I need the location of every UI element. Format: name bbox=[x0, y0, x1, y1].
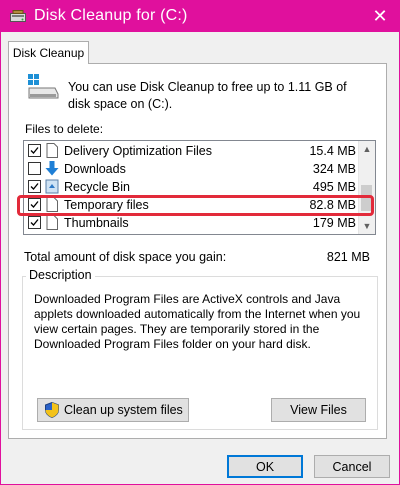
file-size: 82.8 MB bbox=[309, 198, 356, 212]
drive-icon bbox=[28, 74, 59, 99]
file-icon bbox=[46, 215, 58, 230]
disk-cleanup-panel: You can use Disk Cleanup to free up to 1… bbox=[8, 63, 387, 439]
title-bar[interactable]: Disk Cleanup for (C:) ✕ bbox=[1, 1, 399, 32]
file-size: 179 MB bbox=[312, 216, 356, 230]
total-space-value: 821 MB bbox=[326, 250, 370, 264]
list-item-delivery-optimization[interactable]: Delivery Optimization Files 15.4 MB bbox=[24, 142, 359, 160]
checkbox[interactable] bbox=[28, 144, 41, 157]
clean-up-system-files-label: Clean up system files bbox=[64, 403, 183, 417]
files-to-delete-label: Files to delete: bbox=[25, 122, 104, 136]
files-listbox[interactable]: Delivery Optimization Files 15.4 MB Down… bbox=[23, 140, 376, 235]
disk-cleanup-app-icon bbox=[10, 10, 26, 22]
recycle-bin-icon bbox=[45, 179, 59, 194]
file-icon bbox=[46, 143, 58, 158]
checkbox[interactable] bbox=[28, 216, 41, 229]
window-title: Disk Cleanup for (C:) bbox=[34, 7, 188, 24]
file-name: Recycle Bin bbox=[64, 180, 130, 194]
file-size: 324 MB bbox=[312, 162, 356, 176]
file-name: Delivery Optimization Files bbox=[64, 144, 212, 158]
scroll-down-icon[interactable]: ▼ bbox=[359, 218, 375, 234]
file-name: Thumbnails bbox=[64, 216, 129, 230]
file-size: 15.4 MB bbox=[309, 144, 356, 158]
description-label: Description bbox=[26, 268, 95, 282]
close-icon[interactable]: ✕ bbox=[369, 5, 391, 27]
files-scrollbar[interactable]: ▲ ▼ bbox=[358, 141, 375, 234]
list-item-recycle-bin[interactable]: Recycle Bin 495 MB bbox=[24, 178, 359, 196]
tab-disk-cleanup[interactable]: Disk Cleanup bbox=[8, 41, 89, 64]
checkbox[interactable] bbox=[28, 180, 41, 193]
file-name: Temporary files bbox=[64, 198, 149, 212]
view-files-button[interactable]: View Files bbox=[271, 398, 366, 422]
file-icon bbox=[46, 197, 58, 212]
checkbox[interactable] bbox=[28, 162, 41, 175]
cancel-button[interactable]: Cancel bbox=[314, 455, 390, 478]
uac-shield-icon bbox=[45, 402, 59, 418]
disk-cleanup-window: Disk Cleanup for (C:) ✕ Disk Cleanup You… bbox=[0, 0, 400, 485]
ok-button[interactable]: OK bbox=[227, 455, 303, 478]
list-item-thumbnails[interactable]: Thumbnails 179 MB bbox=[24, 214, 359, 232]
scroll-up-icon[interactable]: ▲ bbox=[359, 141, 375, 157]
list-item-downloads[interactable]: Downloads 324 MB bbox=[24, 160, 359, 178]
download-arrow-icon bbox=[45, 161, 59, 176]
file-size: 495 MB bbox=[312, 180, 356, 194]
total-space-label: Total amount of disk space you gain: bbox=[24, 250, 227, 264]
intro-text: You can use Disk Cleanup to free up to 1… bbox=[68, 80, 347, 111]
clean-up-system-files-button[interactable]: Clean up system files bbox=[37, 398, 189, 422]
scrollbar-thumb[interactable] bbox=[361, 185, 372, 211]
description-text: Downloaded Program Files are ActiveX con… bbox=[34, 292, 361, 351]
checkbox[interactable] bbox=[28, 198, 41, 211]
list-item-temporary-files[interactable]: Temporary files 82.8 MB bbox=[24, 196, 359, 214]
file-name: Downloads bbox=[64, 162, 126, 176]
